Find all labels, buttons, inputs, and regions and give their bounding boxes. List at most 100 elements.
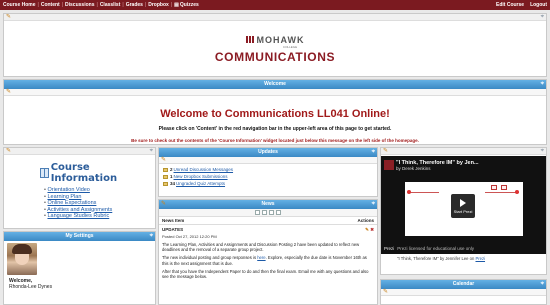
- quizzes-icon: ▤: [174, 2, 179, 8]
- edit-pencil-icon[interactable]: ✎: [161, 200, 166, 208]
- delete-icon[interactable]: ✖: [370, 227, 374, 232]
- edit-pencil-icon[interactable]: ✎: [161, 157, 166, 164]
- pin-icon[interactable]: ⌖: [541, 148, 544, 155]
- col-news-item: News Item: [162, 218, 185, 223]
- link-online-expectations[interactable]: Online Expectations: [47, 200, 96, 206]
- top-navigation-bar: Course Home | Content | Discussions | Class…: [0, 0, 550, 10]
- nav-dropbox[interactable]: Dropbox: [148, 2, 169, 8]
- link-orientation-video[interactable]: Orientation Video: [47, 187, 89, 193]
- prezi-licence: Prezi licensed for educational use only: [397, 245, 475, 251]
- prezi-widget-bar: ✎ ⌖: [381, 148, 546, 155]
- pin-icon[interactable]: ⌖: [541, 80, 544, 89]
- banner-widget-bar: ✎ ⌖: [4, 14, 546, 21]
- mohawk-logo-mark-icon: [245, 36, 255, 43]
- news-toolbar-button[interactable]: [262, 210, 267, 215]
- edit-pencil-icon[interactable]: ✎: [6, 89, 11, 96]
- pin-icon[interactable]: ⌖: [541, 280, 544, 289]
- dropbox-submissions-link[interactable]: New Dropbox Submissions: [174, 174, 228, 179]
- calendar-title: Calendar: [452, 281, 475, 287]
- pin-icon[interactable]: ⌖: [150, 148, 153, 155]
- nav-logout[interactable]: Logout: [530, 2, 547, 8]
- prezi-player[interactable]: "I Think, Therefore IM" by Jen... by Der…: [381, 156, 546, 254]
- edit-pencil-icon[interactable]: ✎: [383, 148, 388, 155]
- update-count: 1: [170, 174, 173, 179]
- nav-grades[interactable]: Grades: [126, 2, 143, 8]
- news-item: UPDATES ✎ ✖ Posted Oct 27, 2012 12:20 PM…: [159, 225, 377, 281]
- start-prezi-button[interactable]: Start Prezi: [451, 194, 475, 218]
- discussion-icon: [163, 167, 168, 172]
- link-learning-plan[interactable]: Learning Plan: [47, 194, 81, 200]
- course-information-widget: ✎ ⌖ Course Information Orientation Video…: [3, 147, 156, 229]
- prezi-brand[interactable]: Prezi: [384, 246, 394, 251]
- banner-logo: MOHAWK COLLEGE COMMUNICATIONS: [4, 21, 546, 76]
- welcome-widget-header: Welcome ⌖: [4, 80, 546, 89]
- updates-edit-bar: ✎: [159, 157, 377, 164]
- course-info-links: Orientation Video Learning Plan Online E…: [44, 187, 155, 220]
- prezi-author: by Derek Jenkins: [396, 166, 431, 171]
- welcome-instructions: Please click on 'Content' in the red nav…: [158, 126, 392, 132]
- brand-name: MOHAWK: [256, 34, 305, 45]
- news-widget: News ⌖ ✎ News Item Actions UPDATES ✎ ✖ P…: [158, 199, 378, 305]
- news-header: News ⌖: [159, 200, 377, 209]
- news-toolbar-button[interactable]: [269, 210, 274, 215]
- list-item: 34 Ungraded Quiz Attempts: [163, 181, 373, 186]
- welcome-heading: Welcome to Communications LL041 Online!: [160, 108, 390, 120]
- welcome-widget: Welcome ⌖ ✎ Welcome to Communications LL…: [3, 79, 547, 145]
- brand-sub: COLLEGE: [282, 44, 298, 49]
- edit-pencil-icon[interactable]: ✎: [6, 14, 11, 21]
- edit-pencil-icon[interactable]: ✎: [6, 148, 11, 155]
- updates-widget: Updates ⌖ ✎ 2 Unread Discussion Messages…: [158, 147, 378, 197]
- news-toolbar-button[interactable]: [255, 210, 260, 215]
- banner-widget: ✎ ⌖ MOHAWK COLLEGE COMMUNICATIONS: [3, 13, 547, 77]
- news-toolbar: ✎: [159, 201, 377, 217]
- list-item: Language Studies Rubric: [44, 213, 155, 220]
- welcome-note: Be sure to check out the contents of the…: [131, 138, 419, 143]
- ungraded-quiz-link[interactable]: Ungraded Quiz Attempts: [176, 181, 225, 186]
- pin-icon[interactable]: ⌖: [372, 148, 375, 157]
- updates-header: Updates ⌖: [159, 148, 377, 157]
- prezi-footer: Prezi Prezi licensed for educational use…: [384, 244, 545, 252]
- prezi-widget: ✎ ⌖ "I Think, Therefore IM" by Jen... by…: [380, 147, 547, 275]
- list-item: 2 Unread Discussion Messages: [163, 167, 373, 172]
- news-title: News: [261, 201, 275, 207]
- avatar[interactable]: [7, 243, 37, 275]
- news-column-headers: News Item Actions: [159, 217, 377, 225]
- calendar-header: Calendar ⌖: [381, 280, 546, 289]
- news-paragraph: The Learning Plan, Activities and Assign…: [162, 242, 360, 253]
- course-info-title: Course Information: [50, 162, 118, 184]
- nav-classlist[interactable]: Classlist: [100, 2, 121, 8]
- prezi-title-row: "I Think, Therefore IM" by Jen... by Der…: [384, 160, 545, 171]
- pin-icon[interactable]: ⌖: [372, 200, 375, 209]
- news-paragraph: After that you have the Independent Pape…: [162, 268, 369, 280]
- my-settings-widget: My Settings ⌖ Welcome, Rhonda-Lee Dynes: [3, 231, 156, 305]
- calendar-edit-bar: ✎: [381, 289, 546, 296]
- pin-icon[interactable]: ⌖: [150, 232, 153, 241]
- edit-pencil-icon[interactable]: ✎: [383, 289, 388, 296]
- prezi-caption: "I Think, Therefore IM" by Jennifer Lee …: [397, 256, 486, 261]
- news-paragraph: The new individual posting and group res…: [162, 255, 367, 266]
- unread-discussion-link[interactable]: Unread Discussion Messages: [174, 167, 234, 172]
- nav-quizzes[interactable]: Quizzes: [180, 2, 199, 8]
- prezi-link[interactable]: Prezi: [475, 256, 485, 261]
- pin-icon[interactable]: ⌖: [541, 14, 544, 21]
- my-settings-title: My Settings: [65, 233, 94, 239]
- updates-list: 2 Unread Discussion Messages 1 New Dropb…: [159, 164, 377, 191]
- nav-discussions[interactable]: Discussions: [65, 2, 94, 8]
- calendar-widget: Calendar ⌖ ✎: [380, 279, 547, 305]
- welcome-widget-title: Welcome: [264, 81, 286, 87]
- quiz-icon: [163, 181, 168, 186]
- play-icon: [460, 199, 466, 207]
- news-here-link[interactable]: here: [257, 255, 265, 260]
- nav-edit-course[interactable]: Edit Course: [496, 2, 524, 8]
- link-activities-assignments[interactable]: Activities and Assignments: [47, 207, 112, 213]
- list-item: 1 New Dropbox Submissions: [163, 174, 373, 179]
- program-name: COMMUNICATIONS: [214, 49, 336, 64]
- link-language-studies-rubric[interactable]: Language Studies Rubric: [47, 213, 109, 219]
- book-icon: [40, 168, 49, 178]
- nav-content[interactable]: Content: [41, 2, 60, 8]
- news-item-title: UPDATES: [162, 227, 184, 232]
- edit-pencil-icon[interactable]: ✎: [365, 227, 369, 232]
- nav-course-home[interactable]: Course Home: [3, 2, 36, 8]
- news-toolbar-button[interactable]: [276, 210, 281, 215]
- news-posted-date: Posted Oct 27, 2012 12:20 PM: [162, 234, 217, 239]
